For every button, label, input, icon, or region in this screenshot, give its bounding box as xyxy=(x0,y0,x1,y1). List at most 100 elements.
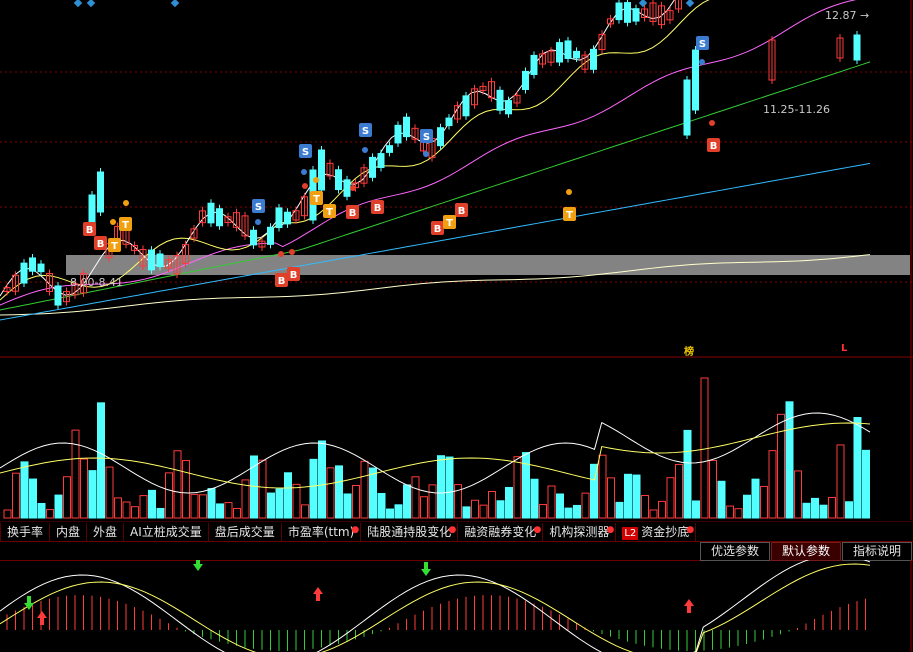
volume-bar xyxy=(403,484,411,519)
volume-bar xyxy=(97,402,105,519)
volume-bar xyxy=(743,494,751,519)
volume-bar xyxy=(479,504,488,519)
volume-bar xyxy=(726,505,734,519)
volume-bar xyxy=(37,502,46,519)
volume-bar xyxy=(717,480,726,519)
t-signal-icon-text: T xyxy=(111,241,118,252)
diamond-icon xyxy=(170,0,180,8)
volume-bar xyxy=(692,500,700,519)
down-arrow-icon xyxy=(421,569,431,576)
down-arrow-icon xyxy=(196,560,200,564)
price-chart[interactable]: SSSSSBBB BBBBBBTTTTTT xyxy=(0,0,913,358)
volume-bar xyxy=(20,461,29,519)
candle xyxy=(624,2,631,23)
volume-bar xyxy=(581,492,590,519)
volume-bar xyxy=(301,504,309,519)
new-dot-icon: ● xyxy=(448,524,457,535)
tab-outer-volume[interactable]: 外盘 xyxy=(87,522,125,541)
volume-bar xyxy=(462,506,471,519)
tab-ai-volume[interactable]: AI立桩成交量 xyxy=(124,522,209,541)
up-arrow-icon xyxy=(687,606,691,613)
t-signal-icon-text: T xyxy=(446,218,453,229)
dea-line xyxy=(0,563,871,652)
diamond-icon xyxy=(685,0,695,8)
volume-bar xyxy=(530,478,539,519)
indicator-tabbar: 换手率 内盘 外盘 AI立桩成交量 盘后成交量 市盈率(ttm) ● 陆股通持股变… xyxy=(0,521,913,542)
volume-bar xyxy=(751,478,760,519)
signal-dot xyxy=(699,59,705,65)
optimize-params-button[interactable]: 优选参数 xyxy=(700,542,770,561)
candle xyxy=(29,257,36,272)
tab-margin-trading[interactable]: 融资融券变化 ● xyxy=(458,522,544,541)
volume-bar xyxy=(777,413,785,519)
signal-dot xyxy=(123,200,129,206)
ma60-line xyxy=(0,162,871,321)
volume-bar xyxy=(292,483,301,519)
volume-chart[interactable] xyxy=(0,358,913,520)
candle xyxy=(267,226,274,245)
default-params-button[interactable]: 默认参数 xyxy=(771,542,841,561)
volume-bar xyxy=(709,459,717,519)
candle xyxy=(403,116,410,138)
diamond-icon xyxy=(86,0,96,8)
sell-signal-icon-text: S xyxy=(302,147,309,158)
volume-bar xyxy=(173,450,182,519)
volume-bar xyxy=(309,458,318,519)
new-dot-icon: ● xyxy=(533,524,542,535)
volume-bar xyxy=(369,467,377,519)
volume-bar xyxy=(496,500,505,519)
volume-bar xyxy=(156,507,165,519)
l-marker[interactable]: L xyxy=(841,343,847,354)
volume-bar xyxy=(734,508,743,519)
candle xyxy=(343,179,351,197)
support-band xyxy=(66,255,910,275)
last-price-label: 12.87 → xyxy=(825,9,870,22)
volume-bar xyxy=(556,493,564,519)
candle xyxy=(522,70,529,90)
volume-bar xyxy=(624,473,632,519)
range-high-label: 11.25-11.26 xyxy=(763,103,830,116)
new-dot-icon: ● xyxy=(686,524,695,535)
volume-bar xyxy=(360,460,369,519)
volume-bar xyxy=(267,492,275,519)
volume-bar xyxy=(573,504,581,519)
down-arrow-icon xyxy=(193,564,203,571)
volume-bar xyxy=(658,500,666,519)
volume-bar xyxy=(105,466,114,519)
candle xyxy=(250,229,257,246)
buy-signal-icon-text: B xyxy=(278,276,286,287)
volume-bar xyxy=(318,440,326,519)
candle xyxy=(632,8,640,22)
tab-inner-volume[interactable]: 内盘 xyxy=(50,522,88,541)
indicator-help-button[interactable]: 指标说明 xyxy=(842,542,912,561)
diamond-icon xyxy=(638,0,648,8)
volume-bar xyxy=(811,497,819,519)
volume-bar xyxy=(148,489,156,519)
candle xyxy=(437,127,444,147)
volume-bar xyxy=(794,470,802,519)
t-signal-icon-text: T xyxy=(313,194,320,205)
volume-bar xyxy=(522,452,530,519)
tab-northbound-holdings[interactable]: 陆股通持股变化 ● xyxy=(361,522,459,541)
candle xyxy=(505,100,512,115)
signal-dot xyxy=(301,169,307,175)
indicator-chart[interactable] xyxy=(0,560,913,652)
top-list-marker[interactable]: 榜 xyxy=(684,343,694,358)
volume-bar xyxy=(165,472,173,519)
tab-bottom-fishing[interactable]: L2 资金抄底 ● xyxy=(616,522,697,541)
tab-turnover[interactable]: 换手率 xyxy=(0,522,51,541)
signal-dot xyxy=(313,177,319,183)
signal-dot xyxy=(350,185,356,191)
volume-bar xyxy=(445,456,454,519)
volume-bar xyxy=(12,472,20,519)
tab-pe-ttm[interactable]: 市盈率(ttm) ● xyxy=(282,522,362,541)
volume-bar xyxy=(488,491,496,519)
tab-institution-detector[interactable]: 机构探测器 ● xyxy=(543,522,617,541)
up-arrow-icon xyxy=(40,618,44,625)
candle xyxy=(377,153,385,169)
candle xyxy=(275,207,283,229)
signal-dot xyxy=(423,151,429,157)
volume-bar xyxy=(386,508,394,519)
tab-after-hours-volume[interactable]: 盘后成交量 xyxy=(209,522,282,541)
volume-bar xyxy=(428,484,437,519)
